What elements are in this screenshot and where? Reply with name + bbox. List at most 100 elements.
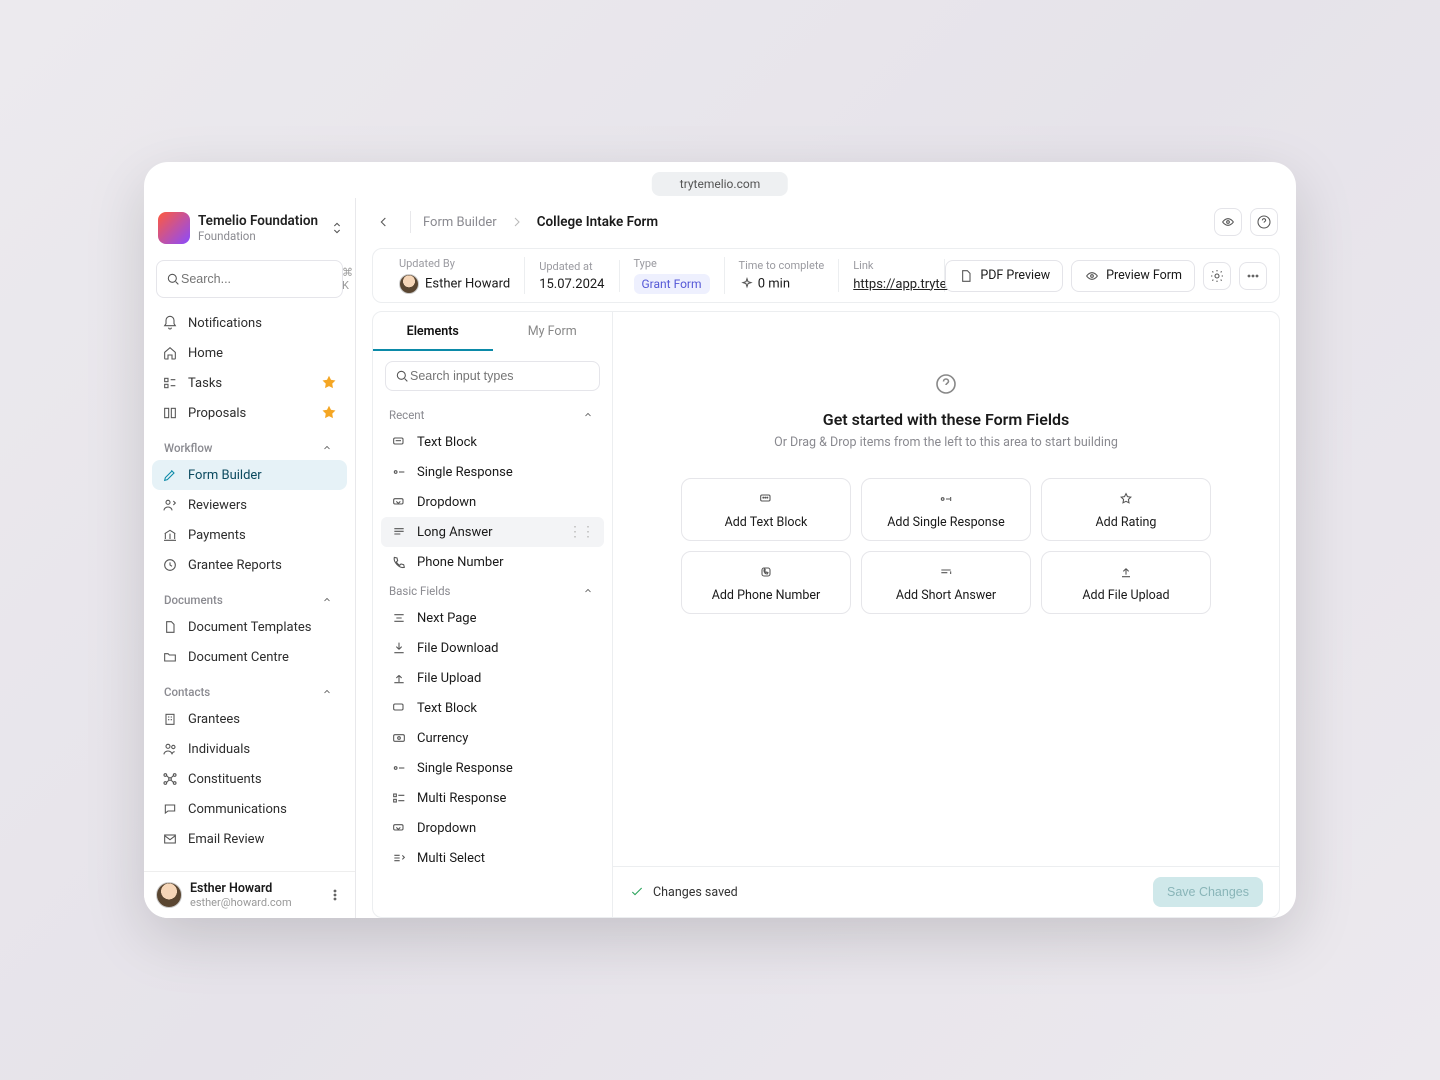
elem-label: File Download [417, 641, 499, 656]
search-kbd-hint: ⌘ K [342, 266, 354, 292]
sidebar-search-input[interactable] [181, 272, 342, 286]
elements-panel: Elements My Form Recent Text Block Singl… [373, 312, 613, 917]
elem-file-download[interactable]: File Download [381, 633, 604, 663]
sidebar-item-doc-templates[interactable]: Document Templates [152, 612, 347, 642]
dropdown-icon [391, 820, 407, 836]
user-email: esther@howard.com [190, 896, 292, 909]
sidebar-item-form-builder[interactable]: Form Builder [152, 460, 347, 490]
section-workflow[interactable]: Workflow [152, 428, 347, 460]
breadcrumb-parent[interactable]: Form Builder [423, 215, 497, 230]
elem-file-upload[interactable]: File Upload [381, 663, 604, 693]
pdf-preview-button[interactable]: PDF Preview [945, 260, 1063, 292]
elem-label: Multi Select [417, 851, 485, 866]
avatar [399, 274, 419, 294]
back-button[interactable] [370, 208, 398, 236]
nav-label: Document Centre [188, 650, 289, 665]
star-icon [1118, 491, 1134, 507]
sidebar-item-email-review[interactable]: Email Review [152, 824, 347, 854]
sidebar-item-home[interactable]: Home [152, 338, 347, 368]
tab-elements[interactable]: Elements [373, 312, 493, 351]
add-file-upload[interactable]: Add File Upload [1041, 551, 1211, 614]
elem-single-response-2[interactable]: Single Response [381, 753, 604, 783]
tab-myform[interactable]: My Form [493, 312, 613, 351]
bell-icon [162, 315, 178, 331]
drag-handle-icon[interactable]: ⋮⋮ [568, 524, 594, 540]
add-text-block[interactable]: Add Text Block [681, 478, 851, 541]
star-icon[interactable] [321, 375, 337, 391]
type-chip[interactable]: Grant Form [634, 274, 710, 294]
elem-multi-select[interactable]: Multi Select [381, 843, 604, 873]
elem-label: File Upload [417, 671, 481, 686]
elem-text-block[interactable]: Text Block [381, 427, 604, 457]
elem-phone-number[interactable]: Phone Number [381, 547, 604, 577]
add-short-answer[interactable]: Add Short Answer [861, 551, 1031, 614]
recent-list: Text Block Single Response Dropdown Long… [373, 427, 612, 577]
nav-label: Tasks [188, 376, 222, 391]
add-phone-number[interactable]: Add Phone Number [681, 551, 851, 614]
assist-button[interactable] [1214, 208, 1242, 236]
single-response-icon [391, 464, 407, 480]
dropdown-icon [391, 494, 407, 510]
page-break-icon [391, 610, 407, 626]
chevron-updown-icon[interactable] [329, 220, 345, 236]
breadcrumb-bar: Form Builder College Intake Form [356, 198, 1296, 246]
settings-button[interactable] [1203, 262, 1231, 290]
elem-label: Text Block [417, 435, 477, 450]
nav-label: Proposals [188, 406, 246, 421]
elem-dropdown-2[interactable]: Dropdown [381, 813, 604, 843]
group-recent[interactable]: Recent [373, 401, 612, 427]
nav-label: Notifications [188, 316, 262, 331]
long-answer-icon [391, 524, 407, 540]
nav-label: Reviewers [188, 498, 247, 513]
org-switcher[interactable]: Temelio Foundation Foundation [144, 206, 355, 254]
elem-label: Dropdown [417, 821, 476, 836]
elem-long-answer[interactable]: Long Answer⋮⋮ [381, 517, 604, 547]
sidebar-item-doc-centre[interactable]: Document Centre [152, 642, 347, 672]
mail-icon [162, 831, 178, 847]
phone-icon [758, 564, 774, 580]
nav-label: Grantee Reports [188, 558, 282, 573]
sidebar-item-tasks[interactable]: Tasks [152, 368, 347, 398]
elem-text-block-2[interactable]: Text Block [381, 693, 604, 723]
sidebar-item-notifications[interactable]: Notifications [152, 308, 347, 338]
add-rating[interactable]: Add Rating [1041, 478, 1211, 541]
section-title: Documents [164, 593, 223, 607]
sidebar-item-constituents[interactable]: Constituents [152, 764, 347, 794]
preview-form-button[interactable]: Preview Form [1071, 260, 1195, 292]
elements-search-input[interactable] [410, 369, 591, 383]
sidebar-search[interactable]: ⌘ K [156, 260, 343, 298]
panel-tabs: Elements My Form [373, 312, 612, 351]
elem-label: Next Page [417, 611, 477, 626]
sidebar-item-payments[interactable]: Payments [152, 520, 347, 550]
star-icon[interactable] [321, 405, 337, 421]
elem-currency[interactable]: Currency [381, 723, 604, 753]
elem-dropdown[interactable]: Dropdown [381, 487, 604, 517]
sidebar-item-individuals[interactable]: Individuals [152, 734, 347, 764]
text-block-icon [758, 491, 774, 507]
form-canvas[interactable]: Get started with these Form Fields Or Dr… [613, 312, 1279, 866]
save-changes-button[interactable]: Save Changes [1153, 877, 1263, 907]
elem-label: Single Response [417, 761, 513, 776]
section-contacts[interactable]: Contacts [152, 672, 347, 704]
more-button[interactable] [1239, 262, 1267, 290]
sidebar-item-grantees[interactable]: Grantees [152, 704, 347, 734]
arrow-left-icon [376, 214, 392, 230]
more-vertical-icon[interactable] [327, 887, 343, 903]
elem-next-page[interactable]: Next Page [381, 603, 604, 633]
sidebar-item-reviewers[interactable]: Reviewers [152, 490, 347, 520]
canvas-title: Get started with these Form Fields [774, 410, 1118, 429]
add-single-response[interactable]: Add Single Response [861, 478, 1031, 541]
chevron-up-icon [319, 684, 335, 700]
sidebar-item-grantee-reports[interactable]: Grantee Reports [152, 550, 347, 580]
group-basic[interactable]: Basic Fields [373, 577, 612, 603]
url-bar[interactable]: trytemelio.com [652, 172, 788, 196]
user-footer[interactable]: Esther Howard esther@howard.com [144, 871, 355, 918]
elements-search[interactable] [385, 361, 600, 391]
section-documents[interactable]: Documents [152, 580, 347, 612]
help-button[interactable] [1250, 208, 1278, 236]
sidebar-item-proposals[interactable]: Proposals [152, 398, 347, 428]
meta-label: Updated at [539, 260, 604, 273]
elem-single-response[interactable]: Single Response [381, 457, 604, 487]
elem-multi-response[interactable]: Multi Response [381, 783, 604, 813]
sidebar-item-communications[interactable]: Communications [152, 794, 347, 824]
